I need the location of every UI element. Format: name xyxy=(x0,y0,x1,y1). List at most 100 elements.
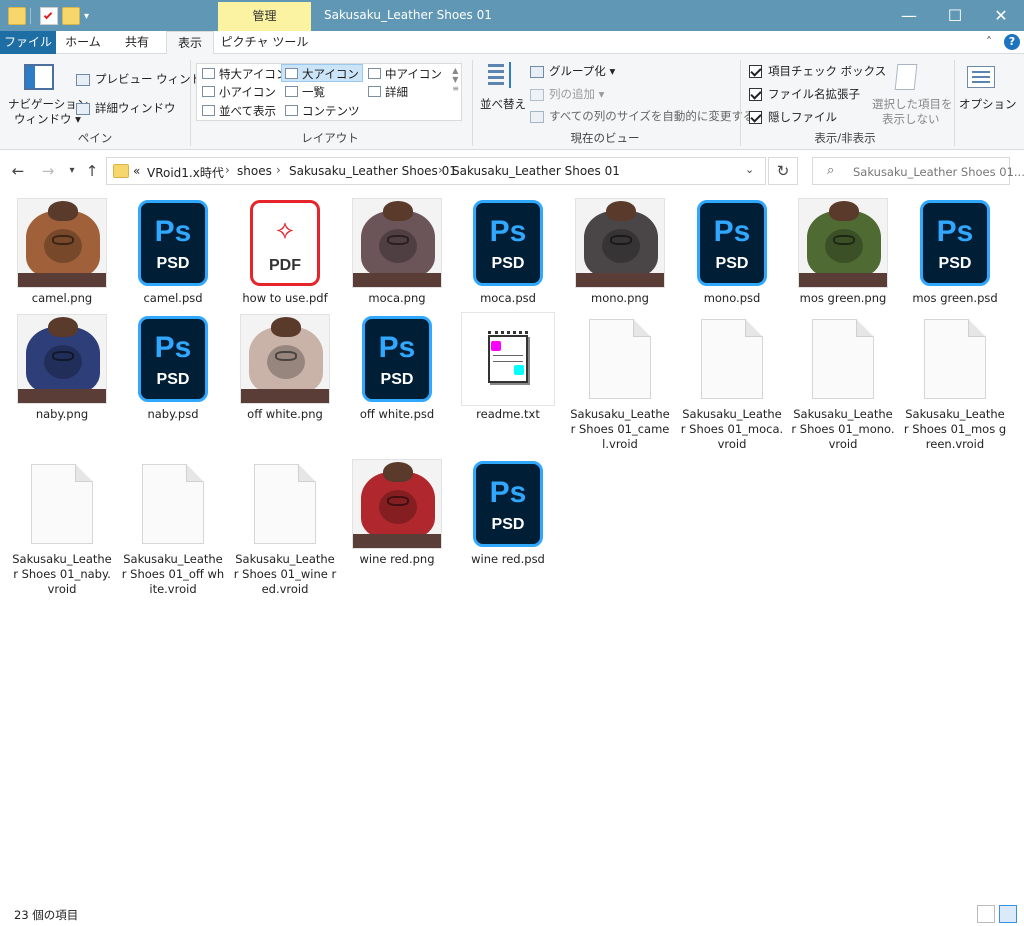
layout-large-icons[interactable]: 大アイコン xyxy=(281,64,363,82)
layout-scroll-icon[interactable]: ▲ ▼ ≡ xyxy=(452,66,459,93)
breadcrumb-chevron-icon[interactable]: › xyxy=(438,163,443,177)
add-columns-button[interactable]: 列の追加 ▾ xyxy=(530,86,604,102)
address-dropdown-icon[interactable]: ⌄ xyxy=(745,163,754,176)
refresh-icon[interactable]: ↻ xyxy=(768,157,798,185)
details-view-icon[interactable] xyxy=(977,905,995,923)
file-item[interactable]: Sakusaku_Leathe r Shoes 01_mono.vroid xyxy=(789,312,897,452)
layout-content[interactable]: コンテンツ xyxy=(282,102,360,120)
search-box[interactable]: ⌕ Sakusaku_Leather Shoes 01... xyxy=(812,157,1024,185)
tab-picture-tools[interactable]: ピクチャ ツール xyxy=(218,31,311,54)
file-item[interactable]: off white.png xyxy=(231,312,339,422)
close-button[interactable]: ✕ xyxy=(978,0,1024,31)
minimize-button[interactable]: — xyxy=(886,0,932,31)
tab-view[interactable]: 表示 xyxy=(166,31,214,55)
breadcrumb-item[interactable]: Sakusaku_Leather Shoes 01 xyxy=(289,164,457,178)
checkbox-checked[interactable] xyxy=(749,65,762,78)
group-by-button[interactable]: グループ化 ▾ xyxy=(530,63,615,79)
file-item[interactable]: mono.png xyxy=(566,196,674,306)
notepad-file-icon xyxy=(461,312,555,406)
tab-file[interactable]: ファイル xyxy=(0,31,56,54)
recent-locations-icon[interactable]: ▾ xyxy=(62,161,82,181)
layout-medium-icons[interactable]: 中アイコン xyxy=(365,65,442,83)
file-grid: camel.png Ps PSD camel.psd ⟡ PDF how to use.pd… xyxy=(8,196,1016,896)
hide-selected-label-2[interactable]: 表示しない xyxy=(882,111,940,127)
layout-tiles[interactable]: 並べて表示 xyxy=(199,102,276,120)
file-item[interactable]: Ps PSD moca.psd xyxy=(454,196,562,306)
collapse-ribbon-icon[interactable]: ˄ xyxy=(986,35,992,49)
toolbar-divider xyxy=(30,8,40,24)
file-item[interactable]: Sakusaku_Leathe r Shoes 01_wine red.vroi… xyxy=(231,457,339,597)
back-arrow-icon[interactable]: ← xyxy=(8,161,28,181)
photoshop-file-icon: Ps PSD xyxy=(473,461,543,547)
shoe-image-thumbnail xyxy=(17,198,107,288)
new-folder-icon[interactable] xyxy=(62,7,80,25)
file-item[interactable]: Ps PSD mos green.psd xyxy=(901,196,1009,306)
breadcrumb-overflow[interactable]: « xyxy=(133,164,140,178)
file-thumbnail: Ps PSD xyxy=(454,457,562,551)
options-button[interactable]: オプション xyxy=(959,96,1017,112)
layout-item-label: 一覧 xyxy=(302,85,325,99)
checkbox-checked[interactable] xyxy=(749,111,762,124)
hide-selected-icon[interactable] xyxy=(894,64,918,90)
file-item[interactable]: Ps PSD camel.psd xyxy=(119,196,227,306)
checkbox-checked[interactable] xyxy=(749,88,762,101)
details-pane-button[interactable]: 詳細ウィンドウ xyxy=(76,100,176,116)
breadcrumb-item[interactable]: shoes xyxy=(237,164,272,178)
file-item[interactable]: ⟡ PDF how to use.pdf xyxy=(231,196,339,306)
file-item[interactable]: Sakusaku_Leathe r Shoes 01_mos green.vro… xyxy=(901,312,1009,452)
breadcrumb-item[interactable]: VRoid1.x時代 xyxy=(147,164,224,181)
file-item[interactable]: wine red.png xyxy=(343,457,451,567)
photoshop-file-icon: Ps PSD xyxy=(697,200,767,286)
customize-toolbar-icon[interactable]: ▾ xyxy=(84,11,89,22)
sort-button[interactable]: 並べ替え xyxy=(480,96,526,112)
blank-file-icon xyxy=(254,464,316,544)
file-item[interactable]: naby.png xyxy=(8,312,116,422)
file-item[interactable]: readme.txt xyxy=(454,312,562,422)
options-icon[interactable] xyxy=(967,66,995,88)
breadcrumb-chevron-icon[interactable]: › xyxy=(276,163,281,177)
layout-gallery: 特大アイコン 大アイコン 中アイコン 小アイコン 一覧 詳細 並べて表示 コンテ… xyxy=(196,63,462,121)
layout-small-icons[interactable]: 小アイコン xyxy=(199,83,276,101)
file-extensions-toggle[interactable]: ファイル名拡張子 xyxy=(749,86,860,102)
tab-share[interactable]: 共有 xyxy=(112,31,162,54)
layout-item-label: 並べて表示 xyxy=(219,104,277,118)
item-checkboxes-toggle[interactable]: 項目チェック ボックス xyxy=(749,63,886,79)
layout-details[interactable]: 詳細 xyxy=(365,83,408,101)
file-item[interactable]: moca.png xyxy=(343,196,451,306)
file-name: mos green.psd xyxy=(912,291,998,305)
layout-list[interactable]: 一覧 xyxy=(282,83,325,101)
breadcrumb-item[interactable]: Sakusaku_Leather Shoes 01 xyxy=(452,164,620,178)
navigation-pane-icon[interactable] xyxy=(24,64,54,90)
properties-icon[interactable] xyxy=(40,7,58,25)
manage-context-tab[interactable]: 管理 xyxy=(218,2,311,31)
file-item[interactable]: Ps PSD naby.psd xyxy=(119,312,227,422)
navigation-pane-dropdown[interactable]: ウィンドウ ▾ xyxy=(14,111,81,127)
hide-selected-label[interactable]: 選択した項目を xyxy=(872,96,953,112)
file-item[interactable]: Sakusaku_Leathe r Shoes 01_moca.vroid xyxy=(678,312,786,452)
file-item[interactable]: Ps PSD mono.psd xyxy=(678,196,786,306)
file-item[interactable]: Sakusaku_Leathe r Shoes 01_off white.vro… xyxy=(119,457,227,597)
file-item[interactable]: Sakusaku_Leathe r Shoes 01_naby.vroid xyxy=(8,457,116,597)
file-item[interactable]: Sakusaku_Leathe r Shoes 01_camel.vroid xyxy=(566,312,674,452)
maximize-button[interactable]: ☐ xyxy=(932,0,978,31)
address-bar[interactable]: « VRoid1.x時代 › shoes › Sakusaku_Leather … xyxy=(106,157,766,185)
file-item[interactable]: mos green.png xyxy=(789,196,897,306)
preview-pane-button[interactable]: プレビュー ウィンドウ xyxy=(76,71,214,87)
layout-extra-large-icons[interactable]: 特大アイコン xyxy=(199,65,287,83)
forward-arrow-icon[interactable]: → xyxy=(38,161,58,181)
autosize-columns-button[interactable]: すべての列のサイズを自動的に変更する xyxy=(530,108,754,124)
file-item[interactable]: Ps PSD wine red.psd xyxy=(454,457,562,567)
file-item[interactable]: Ps PSD off white.psd xyxy=(343,312,451,422)
sort-icon[interactable] xyxy=(488,62,516,90)
help-icon[interactable]: ? xyxy=(1004,34,1020,50)
file-item[interactable]: camel.png xyxy=(8,196,116,306)
large-icons-view-icon[interactable] xyxy=(999,905,1017,923)
tab-home[interactable]: ホーム xyxy=(58,31,108,54)
folder-icon[interactable] xyxy=(8,7,26,25)
file-thumbnail xyxy=(343,196,451,290)
hidden-items-toggle[interactable]: 隠しファイル xyxy=(749,109,837,125)
breadcrumb-chevron-icon[interactable]: › xyxy=(225,163,230,177)
up-arrow-icon[interactable]: ↑ xyxy=(82,161,102,181)
file-thumbnail xyxy=(119,457,227,551)
shoe-image-thumbnail xyxy=(798,198,888,288)
